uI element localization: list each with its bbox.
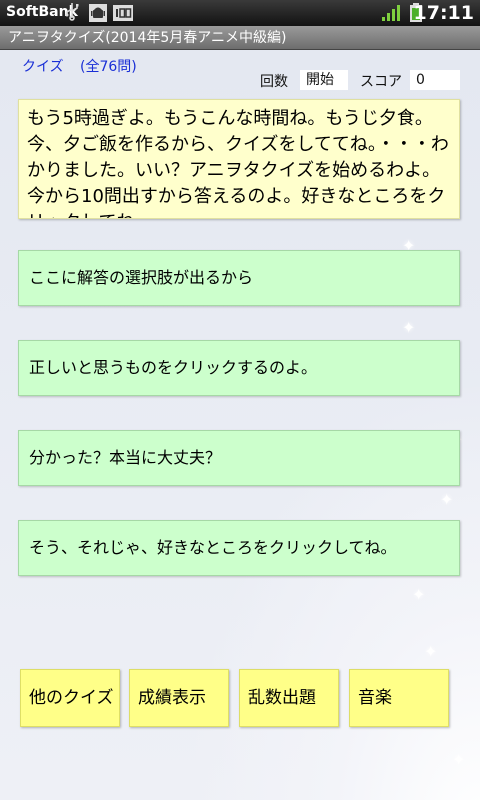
clock: 17:11 <box>413 2 474 24</box>
answer-choice-2[interactable]: 正しいと思うものをクリックするのよ。 <box>18 340 460 396</box>
sparkle-icon: ✦ <box>452 750 466 769</box>
sparkle-icon: ✦ <box>424 642 438 661</box>
usb-icon <box>65 3 79 21</box>
music-button[interactable]: 音楽 <box>349 669 449 727</box>
round-label: 回数 <box>260 74 288 90</box>
random-question-button[interactable]: 乱数出題 <box>239 669 339 727</box>
answer-choice-4[interactable]: そう、それじゃ、好きなところをクリックしてね。 <box>18 520 460 576</box>
sparkle-icon: ✦ <box>402 318 416 337</box>
sparkle-icon: ✦ <box>412 585 426 604</box>
other-quiz-button[interactable]: 他のクイズ <box>20 669 120 727</box>
sparkle-icon: ✦ <box>440 490 454 509</box>
app-title: アニヲタクイズ(2014年5月春アニメ中級編) <box>0 26 480 50</box>
message-box: もう5時過ぎよ。もうこんな時間ね。もうじ夕食。今、夕ご飯を作るから、クイズをして… <box>18 99 460 219</box>
answer-choice-1[interactable]: ここに解答の選択肢が出るから <box>18 250 460 306</box>
hundred-icon <box>113 5 133 21</box>
score-label: スコア <box>360 74 402 90</box>
show-results-button[interactable]: 成績表示 <box>129 669 229 727</box>
quiz-count: (全76問) <box>80 59 137 75</box>
answer-choice-3[interactable]: 分かった？本当に大丈夫？ <box>18 430 460 486</box>
signal-icon <box>382 5 400 21</box>
status-bar: SoftBank 17:11 <box>0 0 480 26</box>
debug-icon <box>89 4 107 22</box>
score-value: 0 <box>410 70 460 90</box>
round-value: 開始 <box>300 70 348 90</box>
quiz-title: クイズ <box>22 59 64 75</box>
